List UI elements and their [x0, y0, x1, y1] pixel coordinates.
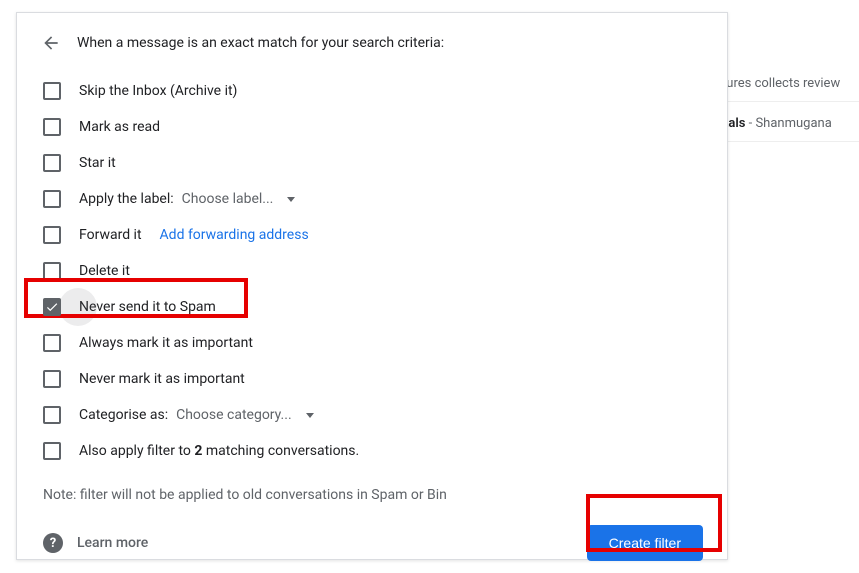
learn-more-text: Learn more: [77, 535, 148, 551]
label-star-it: Star it: [79, 155, 116, 171]
filter-options-panel: When a message is an exact match for you…: [16, 12, 728, 560]
checkbox-delete-it[interactable]: [43, 262, 61, 280]
label-mark-read: Mark as read: [79, 119, 160, 135]
label-apply-label: Apply the label:: [79, 191, 174, 207]
bg-rest: - Shanmugana: [745, 116, 831, 131]
create-filter-button[interactable]: Create filter: [587, 525, 703, 561]
label-skip-inbox: Skip the Inbox (Archive it): [79, 83, 237, 99]
checkbox-mark-read[interactable]: [43, 118, 61, 136]
checkbox-categorise[interactable]: [43, 406, 61, 424]
label-delete-it: Delete it: [79, 263, 130, 279]
help-icon: ?: [43, 533, 63, 553]
chevron-down-icon: [306, 413, 314, 418]
learn-more-link[interactable]: ? Learn more: [43, 533, 148, 553]
back-arrow-icon[interactable]: [41, 33, 61, 53]
chevron-down-icon: [287, 197, 295, 202]
link-add-forwarding-address[interactable]: Add forwarding address: [160, 227, 309, 243]
label-never-spam: Never send it to Spam: [79, 299, 216, 315]
label-categorise: Categorise as:: [79, 407, 168, 423]
checkbox-never-spam[interactable]: [43, 298, 61, 316]
dropdown-choose-category[interactable]: Choose category...: [176, 407, 314, 423]
also-apply-pre: Also apply filter to: [79, 443, 194, 459]
checkbox-never-important[interactable]: [43, 370, 61, 388]
checkbox-skip-inbox[interactable]: [43, 82, 61, 100]
bg-row-2: rtals - Shanmugana: [709, 106, 859, 142]
note-text: Note: filter will not be applied to old …: [43, 487, 703, 503]
label-always-important: Always mark it as important: [79, 335, 253, 351]
also-apply-post: matching conversations.: [202, 443, 359, 459]
checkbox-always-important[interactable]: [43, 334, 61, 352]
dropdown-choose-category-text: Choose category...: [176, 407, 292, 423]
dropdown-choose-label-text: Choose label...: [182, 191, 274, 207]
dropdown-choose-label[interactable]: Choose label...: [182, 191, 296, 207]
checkbox-focus-halo: [59, 288, 97, 326]
checkbox-also-apply[interactable]: [43, 442, 61, 460]
bg-row-1: gures collects review: [709, 66, 859, 102]
checkbox-star-it[interactable]: [43, 154, 61, 172]
panel-header: When a message is an exact match for you…: [77, 35, 444, 51]
label-forward-it: Forward it: [79, 227, 142, 243]
label-also-apply: Also apply filter to 2 matching conversa…: [79, 443, 359, 459]
label-never-important: Never mark it as important: [79, 371, 245, 387]
bg-snippet: gures collects review: [719, 76, 840, 91]
checkbox-forward-it[interactable]: [43, 226, 61, 244]
check-icon: [45, 300, 59, 314]
checkbox-apply-label[interactable]: [43, 190, 61, 208]
